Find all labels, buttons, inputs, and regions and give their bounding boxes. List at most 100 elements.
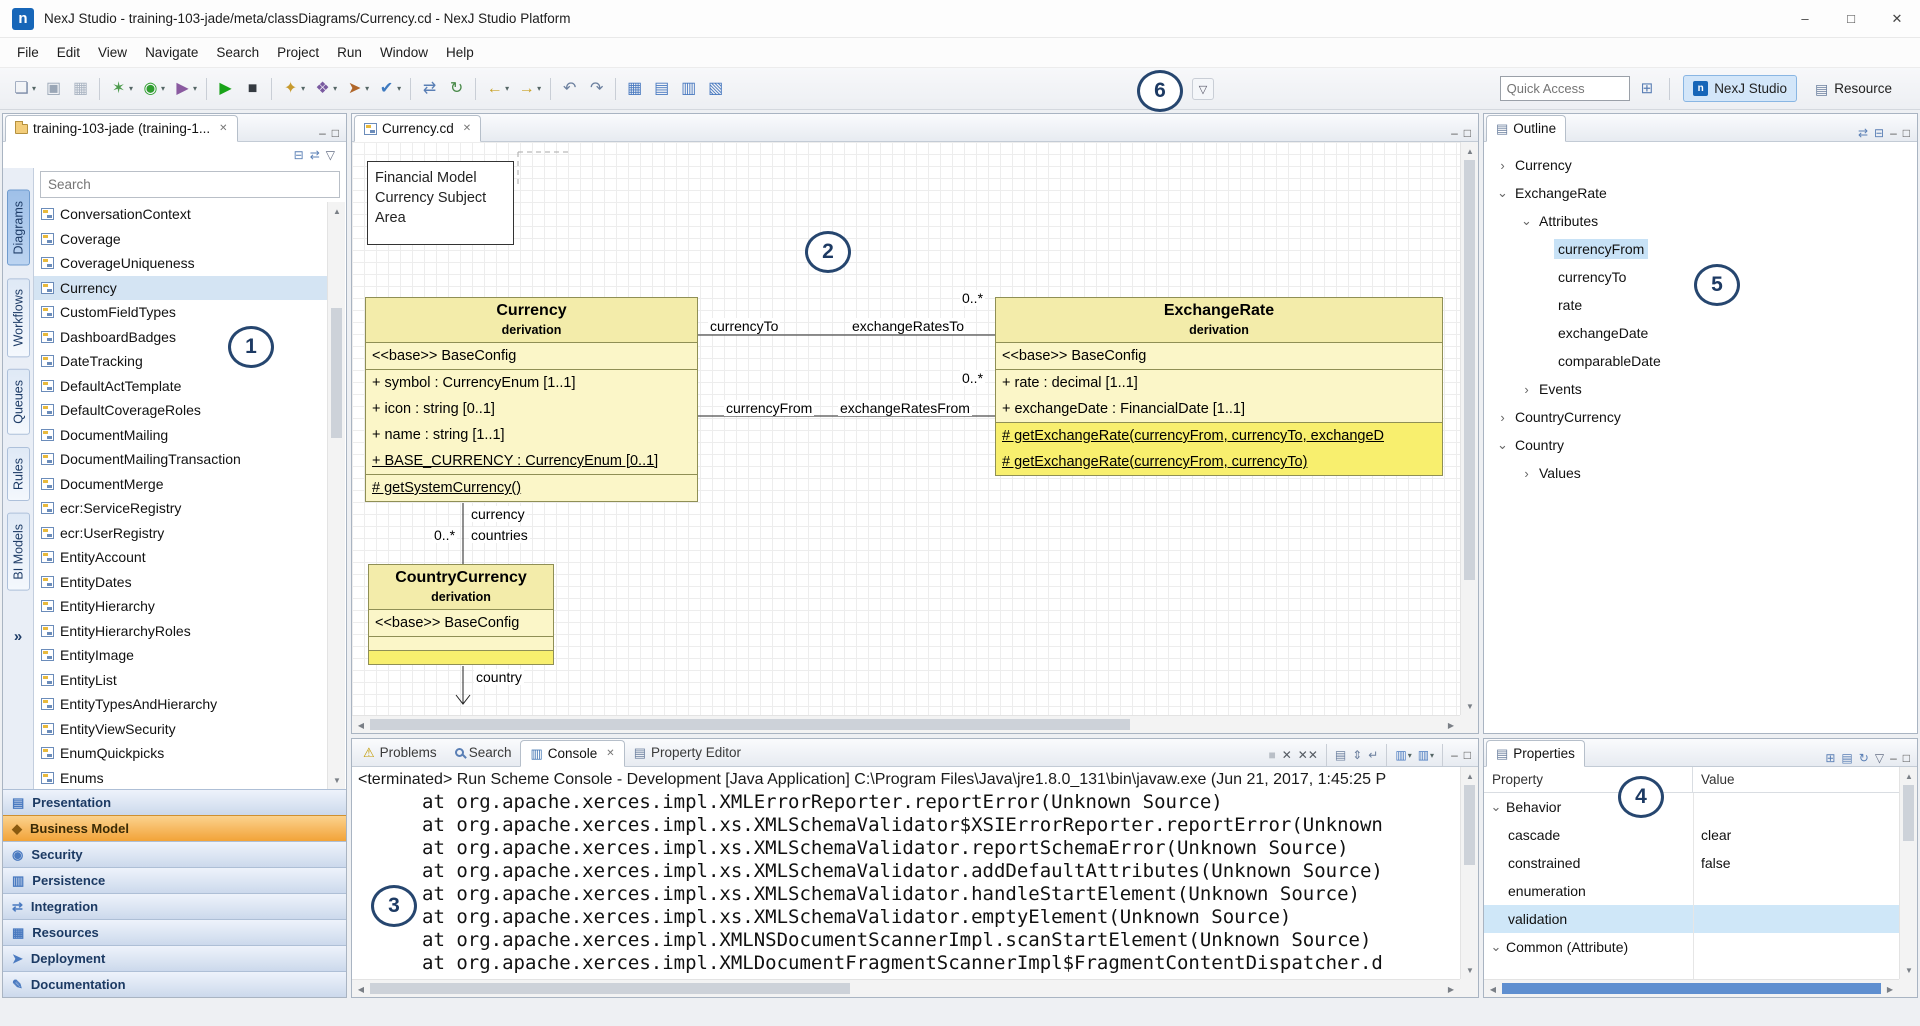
menu-project[interactable]: Project [268,38,328,67]
scroll-right-icon[interactable]: ▶ [1442,716,1460,734]
class-attribute[interactable]: + name : string [1..1] [366,422,697,448]
class-operation[interactable]: # getExchangeRate(currencyFrom, currency… [996,423,1442,449]
toolbar-overflow-button[interactable]: ▽ [1192,78,1214,100]
uml-class-exchangerate[interactable]: ExchangeRate derivation <<base>> BaseCon… [995,297,1443,476]
model-list-item[interactable]: EntityViewSecurity [34,717,345,742]
run-history-icon[interactable]: ◉▾ [138,75,168,103]
layer-tab-workflows[interactable]: Workflows [7,278,30,357]
model-list-item[interactable]: DefaultCoverageRoles [34,398,345,423]
close-tab-icon[interactable]: ✕ [463,123,471,134]
outline-item[interactable]: ›Currency [1484,151,1917,179]
model-list-item[interactable]: ConversationContext [34,202,345,227]
outline-item[interactable]: currencyFrom [1484,235,1917,263]
outline-item[interactable]: ⌄Country [1484,431,1917,459]
diagram-canvas[interactable]: Financial Model Currency Subject Area Cu… [352,142,1460,715]
class-attribute[interactable]: + exchangeDate : FinancialDate [1..1] [996,396,1442,422]
quick-access-input[interactable] [1500,76,1630,101]
scroll-down-icon[interactable]: ▼ [1461,697,1479,715]
minimize-view-icon[interactable]: – [1449,747,1460,763]
compare-icon[interactable]: ⇄ [417,75,442,103]
back-icon[interactable]: ←▾ [482,75,512,103]
maximize-view-icon[interactable]: □ [1901,750,1912,766]
tab-console[interactable]: ▥ Console ✕ [520,740,624,767]
scrollbar-thumb[interactable] [370,983,850,994]
terminate-icon[interactable]: ■ [240,75,265,103]
multiplicity-label[interactable]: 0..* [960,290,985,306]
properties-horizontal-scrollbar[interactable]: ◀ ▶ [1484,979,1899,997]
remove-all-launches-icon[interactable]: ✕✕ [1296,747,1320,763]
new-diagram-icon[interactable]: ✦▾ [278,75,308,103]
publish-icon[interactable]: ➤▾ [342,75,372,103]
class-attribute[interactable]: + rate : decimal [1..1] [996,370,1442,396]
open-console-icon[interactable]: ▥▾ [1416,747,1436,763]
maximize-view-icon[interactable]: □ [330,125,341,141]
forward-icon[interactable]: →▾ [514,75,544,103]
outline-item[interactable]: ›Values [1484,459,1917,487]
layer-section-resources[interactable]: ▦Resources [3,919,346,945]
scroll-up-icon[interactable]: ▲ [1900,767,1918,785]
menu-edit[interactable]: Edit [48,38,89,67]
tab-property-editor[interactable]: ▤ Property Editor [625,739,750,766]
minimize-view-icon[interactable]: – [1888,750,1899,766]
undo-icon[interactable]: ↶ [557,75,582,103]
menu-help[interactable]: Help [437,38,483,67]
scrollbar-thumb[interactable] [1903,785,1914,841]
scroll-left-icon[interactable]: ◀ [352,980,370,998]
view-menu-icon[interactable]: ▽ [324,147,337,163]
model-list-scrollbar[interactable]: ▲ ▼ [327,202,345,789]
assoc-label-currency[interactable]: currency [469,506,527,522]
scrollbar-thumb[interactable] [1502,983,1881,994]
clear-console-icon[interactable]: ▤ [1333,747,1348,763]
property-section[interactable]: ⌄Common (Attribute) [1484,933,1899,961]
close-window-button[interactable]: ✕ [1874,0,1920,37]
menu-window[interactable]: Window [371,38,437,67]
menu-view[interactable]: View [89,38,136,67]
word-wrap-icon[interactable]: ↵ [1366,747,1380,763]
grid-view-icon[interactable]: ▥ [676,75,701,103]
properties-vertical-scrollbar[interactable]: ▲ ▼ [1899,767,1917,979]
menu-navigate[interactable]: Navigate [136,38,207,67]
model-list-item[interactable]: Enums [34,766,345,790]
model-list-item[interactable]: DashboardBadges [34,325,345,350]
model-list-item[interactable]: EntityHierarchyRoles [34,619,345,644]
layer-tab-bi-models[interactable]: BI Models [7,513,30,591]
scrollbar-thumb[interactable] [1464,785,1475,865]
link-with-editor-icon[interactable]: ⇄ [308,147,322,163]
outline-item[interactable]: ›CountryCurrency [1484,403,1917,431]
minimize-window-button[interactable]: – [1782,0,1828,37]
model-list-item[interactable]: CoverageUniqueness [34,251,345,276]
assoc-label-countries[interactable]: countries [469,527,530,543]
column-header-value[interactable]: Value [1693,772,1735,787]
outline-item[interactable]: exchangeDate [1484,319,1917,347]
model-list-item[interactable]: EntityTypesAndHierarchy [34,692,345,717]
multiplicity-label[interactable]: 0..* [960,370,985,386]
model-list-item[interactable]: CustomFieldTypes [34,300,345,325]
class-attribute[interactable]: + icon : string [0..1] [366,396,697,422]
scrollbar-thumb[interactable] [370,719,1130,730]
collapse-all-icon[interactable]: ⊟ [292,147,306,163]
property-row[interactable]: constrainedfalse [1484,849,1899,877]
editor-horizontal-scrollbar[interactable]: ◀ ▶ [352,715,1460,733]
close-tab-icon[interactable]: ✕ [219,123,227,134]
new-class-icon[interactable]: ❖▾ [310,75,340,103]
layer-section-deployment[interactable]: ➤Deployment [3,945,346,971]
terminate-icon[interactable]: ■ [1266,747,1277,763]
layer-section-business-model[interactable]: ◆Business Model [3,815,346,841]
filter-icon[interactable]: ▤ [1839,750,1854,766]
debug-icon[interactable]: ✶▾ [106,75,136,103]
layer-tab-rules[interactable]: Rules [7,447,30,501]
scrollbar-thumb[interactable] [1464,160,1475,580]
minimize-view-icon[interactable]: – [1888,125,1899,141]
property-row[interactable]: cascadeclear [1484,821,1899,849]
model-list-item[interactable]: ecr:UserRegistry [34,521,345,546]
assoc-label-exchangeratesto[interactable]: exchangeRatesTo [850,318,966,334]
class-attribute-static[interactable]: + BASE_CURRENCY : CurrencyEnum [0..1] [366,448,697,474]
class-operation[interactable]: # getSystemCurrency() [366,475,697,501]
restore-defaults-icon[interactable]: ↻ [1857,750,1871,766]
outline-item[interactable]: comparableDate [1484,347,1917,375]
console-horizontal-scrollbar[interactable]: ◀ ▶ [352,979,1460,997]
layer-section-security[interactable]: ◉Security [3,841,346,867]
class-operation[interactable]: # getExchangeRate(currencyFrom, currency… [996,449,1442,475]
outline-item[interactable]: ›Events [1484,375,1917,403]
validate-icon[interactable]: ✔▾ [374,75,404,103]
